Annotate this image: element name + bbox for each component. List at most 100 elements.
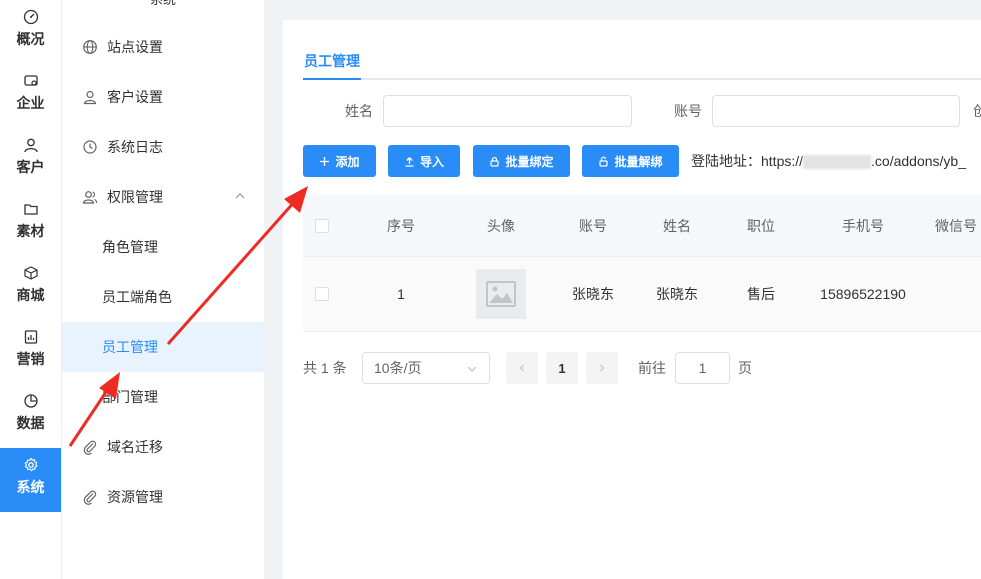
plus-icon — [320, 156, 330, 166]
sidebar-item-site-settings[interactable]: 站点设置 — [62, 22, 265, 72]
sidebar-item-department-management[interactable]: 部门管理 — [62, 372, 265, 422]
select-all-checkbox[interactable] — [315, 218, 329, 233]
sidebar-item-label: 域名迁移 — [107, 439, 163, 455]
main-panel: 员工管理 姓名 账号 创 添加 导入 批量绑定 批量解绑 登陆地址：https:… — [283, 20, 981, 579]
rail-item-materials[interactable]: 素材 — [0, 192, 61, 256]
sidebar-item-label: 资源管理 — [107, 489, 163, 505]
tab-staff-management[interactable]: 员工管理 — [303, 50, 361, 80]
clock-icon — [83, 140, 97, 154]
rail-label: 企业 — [16, 95, 45, 111]
user-icon — [83, 90, 97, 105]
next-page-button[interactable] — [586, 352, 618, 384]
name-filter-input[interactable] — [383, 95, 632, 127]
unlock-icon — [599, 156, 609, 167]
sidebar-item-label: 客户设置 — [107, 89, 163, 105]
name-filter-label: 姓名 — [345, 103, 373, 119]
enterprise-icon — [23, 75, 38, 86]
goto-page-input[interactable]: 1 — [675, 352, 730, 384]
gear-icon — [23, 457, 38, 472]
sidebar-item-domain-migration[interactable]: 域名迁移 — [62, 422, 265, 472]
page-size-select[interactable]: 10条/页 — [362, 352, 490, 384]
redacted-domain — [803, 155, 872, 170]
rail-label: 系统 — [16, 479, 45, 495]
lock-icon — [490, 156, 500, 167]
col-avatar: 头像 — [487, 217, 515, 234]
image-placeholder-icon — [486, 281, 516, 307]
rail-item-overview[interactable]: 概况 — [0, 0, 61, 64]
select-all-checkbox-cell — [315, 195, 329, 256]
col-wechat: 微信号 — [935, 217, 977, 234]
import-button[interactable]: 导入 — [388, 145, 460, 177]
sidebar-item-staff-management[interactable]: 员工管理 — [62, 322, 265, 372]
login-url: 登陆地址：https:// .co/addons/yb_ — [691, 145, 966, 177]
rail-item-customer[interactable]: 客户 — [0, 128, 61, 192]
sidebar-item-customer-settings[interactable]: 客户设置 — [62, 72, 265, 122]
users-icon — [82, 191, 98, 204]
sidebar-item-system-log[interactable]: 系统日志 — [62, 122, 265, 172]
rail-label: 商城 — [16, 287, 45, 303]
chevron-down-icon — [467, 366, 477, 372]
col-account: 账号 — [579, 217, 607, 234]
rail-label: 素材 — [16, 223, 45, 239]
paperclip-icon — [83, 490, 97, 505]
row-checkbox[interactable] — [315, 287, 329, 301]
pie-chart-icon — [23, 394, 38, 408]
batch-bind-button[interactable]: 批量绑定 — [473, 145, 570, 177]
col-position: 职位 — [747, 217, 775, 234]
rail-item-enterprise[interactable]: 企业 — [0, 64, 61, 128]
account-filter-label: 账号 — [674, 103, 702, 119]
sidebar-item-label: 部门管理 — [102, 389, 158, 405]
folder-icon — [23, 204, 38, 215]
import-button-label: 导入 — [419, 154, 444, 169]
sidebar-item-permission-management[interactable]: 权限管理 — [62, 172, 265, 222]
prev-page-button[interactable] — [506, 352, 538, 384]
col-phone: 手机号 — [842, 217, 884, 234]
paperclip-icon — [83, 440, 97, 455]
table-row[interactable]: 1 张晓东 张晓东 售后 15896522190 — [303, 257, 981, 332]
upload-icon — [405, 156, 414, 167]
goto-unit: 页 — [738, 360, 752, 376]
chevron-up-icon — [235, 193, 245, 199]
sidebar-item-label: 角色管理 — [102, 239, 158, 255]
rail-label: 营销 — [16, 351, 45, 367]
cell-account: 张晓东 — [572, 286, 614, 302]
rail-item-marketing[interactable]: 营销 — [0, 320, 61, 384]
primary-nav-rail: 概况 企业 客户 素材 商城 营销 数据 系统 — [0, 0, 61, 579]
login-url-prefix: 登陆地址：https:// — [691, 153, 804, 169]
avatar — [476, 269, 526, 319]
account-filter-input[interactable] — [712, 95, 960, 127]
add-button[interactable]: 添加 — [303, 145, 376, 177]
sidebar-item-label: 员工端角色 — [102, 289, 172, 305]
rail-label: 客户 — [16, 159, 45, 175]
cell-position: 售后 — [747, 286, 775, 302]
box-icon — [23, 266, 38, 280]
rail-label: 概况 — [16, 31, 45, 47]
dashboard-icon — [23, 9, 38, 25]
row-checkbox-cell — [315, 257, 329, 331]
sidebar-item-staff-role[interactable]: 员工端角色 — [62, 272, 265, 322]
cell-avatar — [463, 257, 539, 331]
sidebar-header: 系统 — [128, 0, 198, 8]
sidebar-item-label: 员工管理 — [102, 339, 158, 355]
system-sidebar: 系统 站点设置 客户设置 系统日志 权限管理 角色管理 员工端角色 员工管理 部… — [61, 0, 265, 579]
page-number-current[interactable]: 1 — [546, 352, 578, 384]
rail-item-system[interactable]: 系统 — [0, 448, 61, 512]
chevron-left-icon — [519, 364, 524, 372]
goto-label: 前往 — [638, 360, 666, 376]
chevron-right-icon — [600, 364, 605, 372]
pagination-total: 共 1 条 — [303, 360, 347, 376]
rail-item-mall[interactable]: 商城 — [0, 256, 61, 320]
add-button-label: 添加 — [335, 154, 360, 169]
cell-index: 1 — [397, 286, 405, 302]
sidebar-item-resource-management[interactable]: 资源管理 — [62, 472, 265, 522]
rail-item-data[interactable]: 数据 — [0, 384, 61, 448]
marketing-icon — [24, 330, 37, 344]
customer-icon — [23, 138, 38, 153]
globe-icon — [83, 40, 97, 54]
batch-unbind-button[interactable]: 批量解绑 — [582, 145, 679, 177]
batch-bind-button-label: 批量绑定 — [505, 154, 554, 169]
sidebar-item-label: 系统日志 — [107, 139, 163, 155]
sidebar-item-role-management[interactable]: 角色管理 — [62, 222, 265, 272]
page-size-value: 10条/页 — [374, 360, 422, 376]
tab-bar: 员工管理 — [303, 48, 981, 80]
